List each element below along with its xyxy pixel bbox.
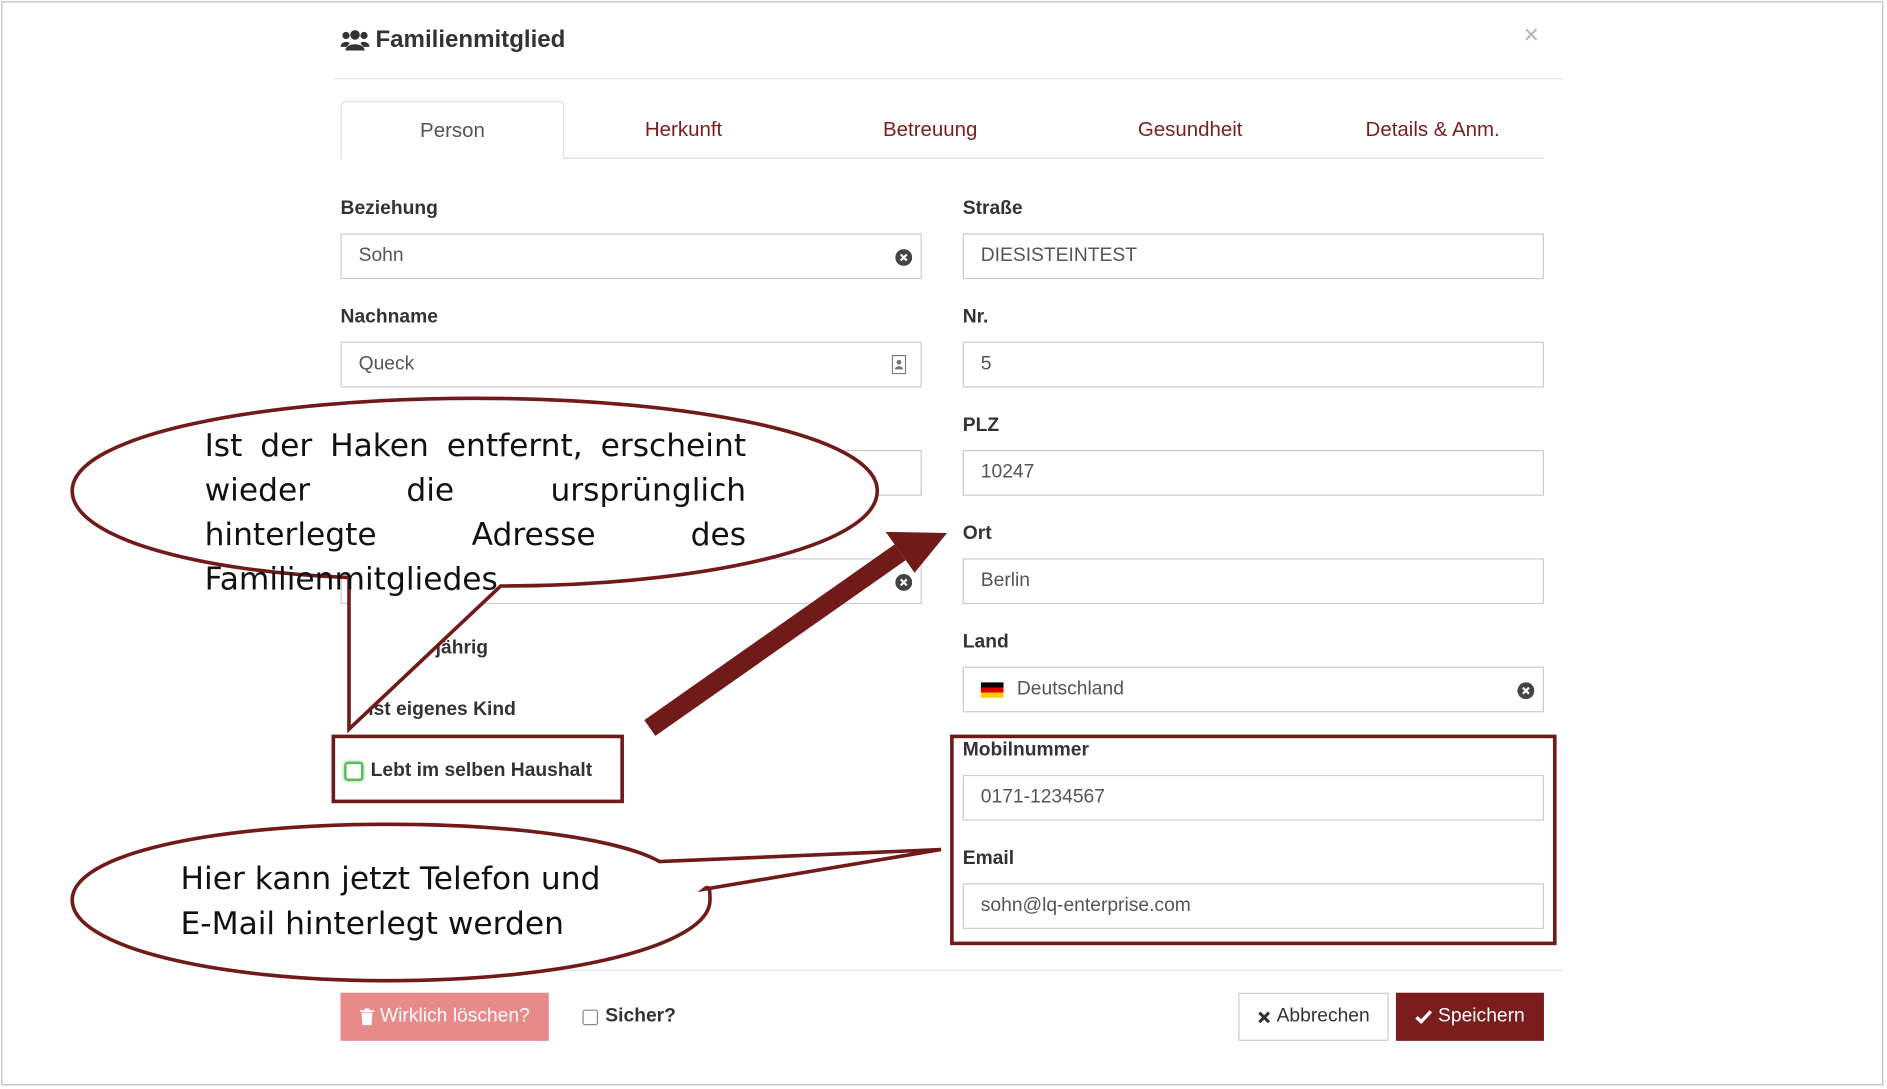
mobilnummer-label: Mobilnummer: [962, 740, 1089, 761]
delete-button-label: Wirklich löschen?: [379, 1005, 530, 1027]
sicher-label: Sicher?: [605, 1005, 676, 1027]
clear-icon[interactable]: [1517, 682, 1535, 700]
ort-input[interactable]: [980, 560, 1487, 602]
haushalt-checkbox[interactable]: [344, 761, 364, 781]
nr-field[interactable]: [962, 341, 1544, 388]
delete-button[interactable]: Wirklich löschen?: [340, 992, 549, 1041]
checkmark-icon: [1415, 1010, 1433, 1024]
save-button-label: Speichern: [1438, 1005, 1525, 1027]
tab-betreuung[interactable]: Betreuung: [804, 101, 1057, 159]
nachname-input[interactable]: [358, 344, 865, 386]
haushalt-checkbox-label: Lebt im selben Haushalt: [370, 760, 593, 781]
close-button[interactable]: ×: [1524, 19, 1539, 50]
strasse-input[interactable]: [980, 235, 1487, 277]
tab-bar: Person Herkunft Betreuung Gesundheit Det…: [340, 101, 1544, 161]
users-icon: [340, 30, 370, 51]
strasse-field[interactable]: [962, 233, 1544, 280]
plz-label: PLZ: [962, 415, 1000, 436]
modal-title-row: Familienmitglied: [340, 24, 566, 55]
contact-card-icon: [891, 354, 907, 375]
nr-label: Nr.: [962, 306, 989, 328]
plz-input[interactable]: [980, 452, 1487, 494]
haushalt-checkbox-row[interactable]: Lebt im selben Haushalt: [344, 760, 592, 782]
beziehung-value: Sohn: [358, 245, 404, 266]
eigenes-kind-checkbox-label[interactable]: ist eigenes Kind: [368, 699, 516, 721]
sicher-checkbox-row[interactable]: Sicher?: [582, 1005, 676, 1028]
germany-flag-icon: [980, 682, 1004, 698]
sicher-checkbox[interactable]: [582, 1008, 599, 1025]
email-input[interactable]: [980, 885, 1487, 927]
nachname-label: Nachname: [340, 306, 438, 328]
email-field[interactable]: [962, 883, 1544, 929]
beziehung-select[interactable]: Sohn: [340, 233, 922, 280]
clear-icon[interactable]: [895, 573, 913, 591]
header-divider: [334, 78, 1563, 80]
nachname-field[interactable]: [340, 341, 922, 388]
save-button[interactable]: Speichern: [1395, 992, 1544, 1041]
land-value: Deutschland: [1016, 678, 1124, 700]
screenshot-stage: Familienmitglied × Person Herkunft Betre…: [0, 0, 1887, 1089]
modal-title: Familienmitglied: [375, 25, 566, 53]
callout-text-bottom: Hier kann jetzt Telefon und E-Mail hinte…: [180, 861, 601, 943]
cancel-button-label: Abbrechen: [1276, 1005, 1370, 1027]
beziehung-label: Beziehung: [340, 198, 438, 220]
close-icon: [1258, 1010, 1270, 1023]
mobilnummer-field[interactable]: [962, 774, 1544, 821]
strasse-label: Straße: [962, 198, 1023, 220]
land-label: Land: [962, 631, 1009, 653]
clear-icon[interactable]: [895, 249, 913, 266]
tab-person[interactable]: Person: [340, 101, 565, 161]
tab-details[interactable]: Details & Anm.: [1321, 101, 1544, 159]
trash-icon: [359, 1008, 374, 1026]
land-select[interactable]: Deutschland: [962, 666, 1544, 713]
callout-text-top: Ist der Haken entfernt, erscheint wieder…: [204, 428, 747, 599]
email-label: Email: [962, 848, 1015, 869]
volljaehrig-checkbox-label[interactable]: jährig: [436, 638, 488, 660]
tab-gesundheit[interactable]: Gesundheit: [1063, 101, 1318, 159]
cancel-button[interactable]: Abbrechen: [1238, 992, 1389, 1041]
ort-label: Ort: [962, 523, 992, 544]
mobilnummer-input[interactable]: [980, 777, 1487, 819]
tab-herkunft[interactable]: Herkunft: [569, 101, 798, 159]
plz-field[interactable]: [962, 450, 1544, 496]
nr-input[interactable]: [980, 344, 1487, 386]
ort-field[interactable]: [962, 558, 1544, 605]
footer-divider: [334, 969, 1563, 972]
